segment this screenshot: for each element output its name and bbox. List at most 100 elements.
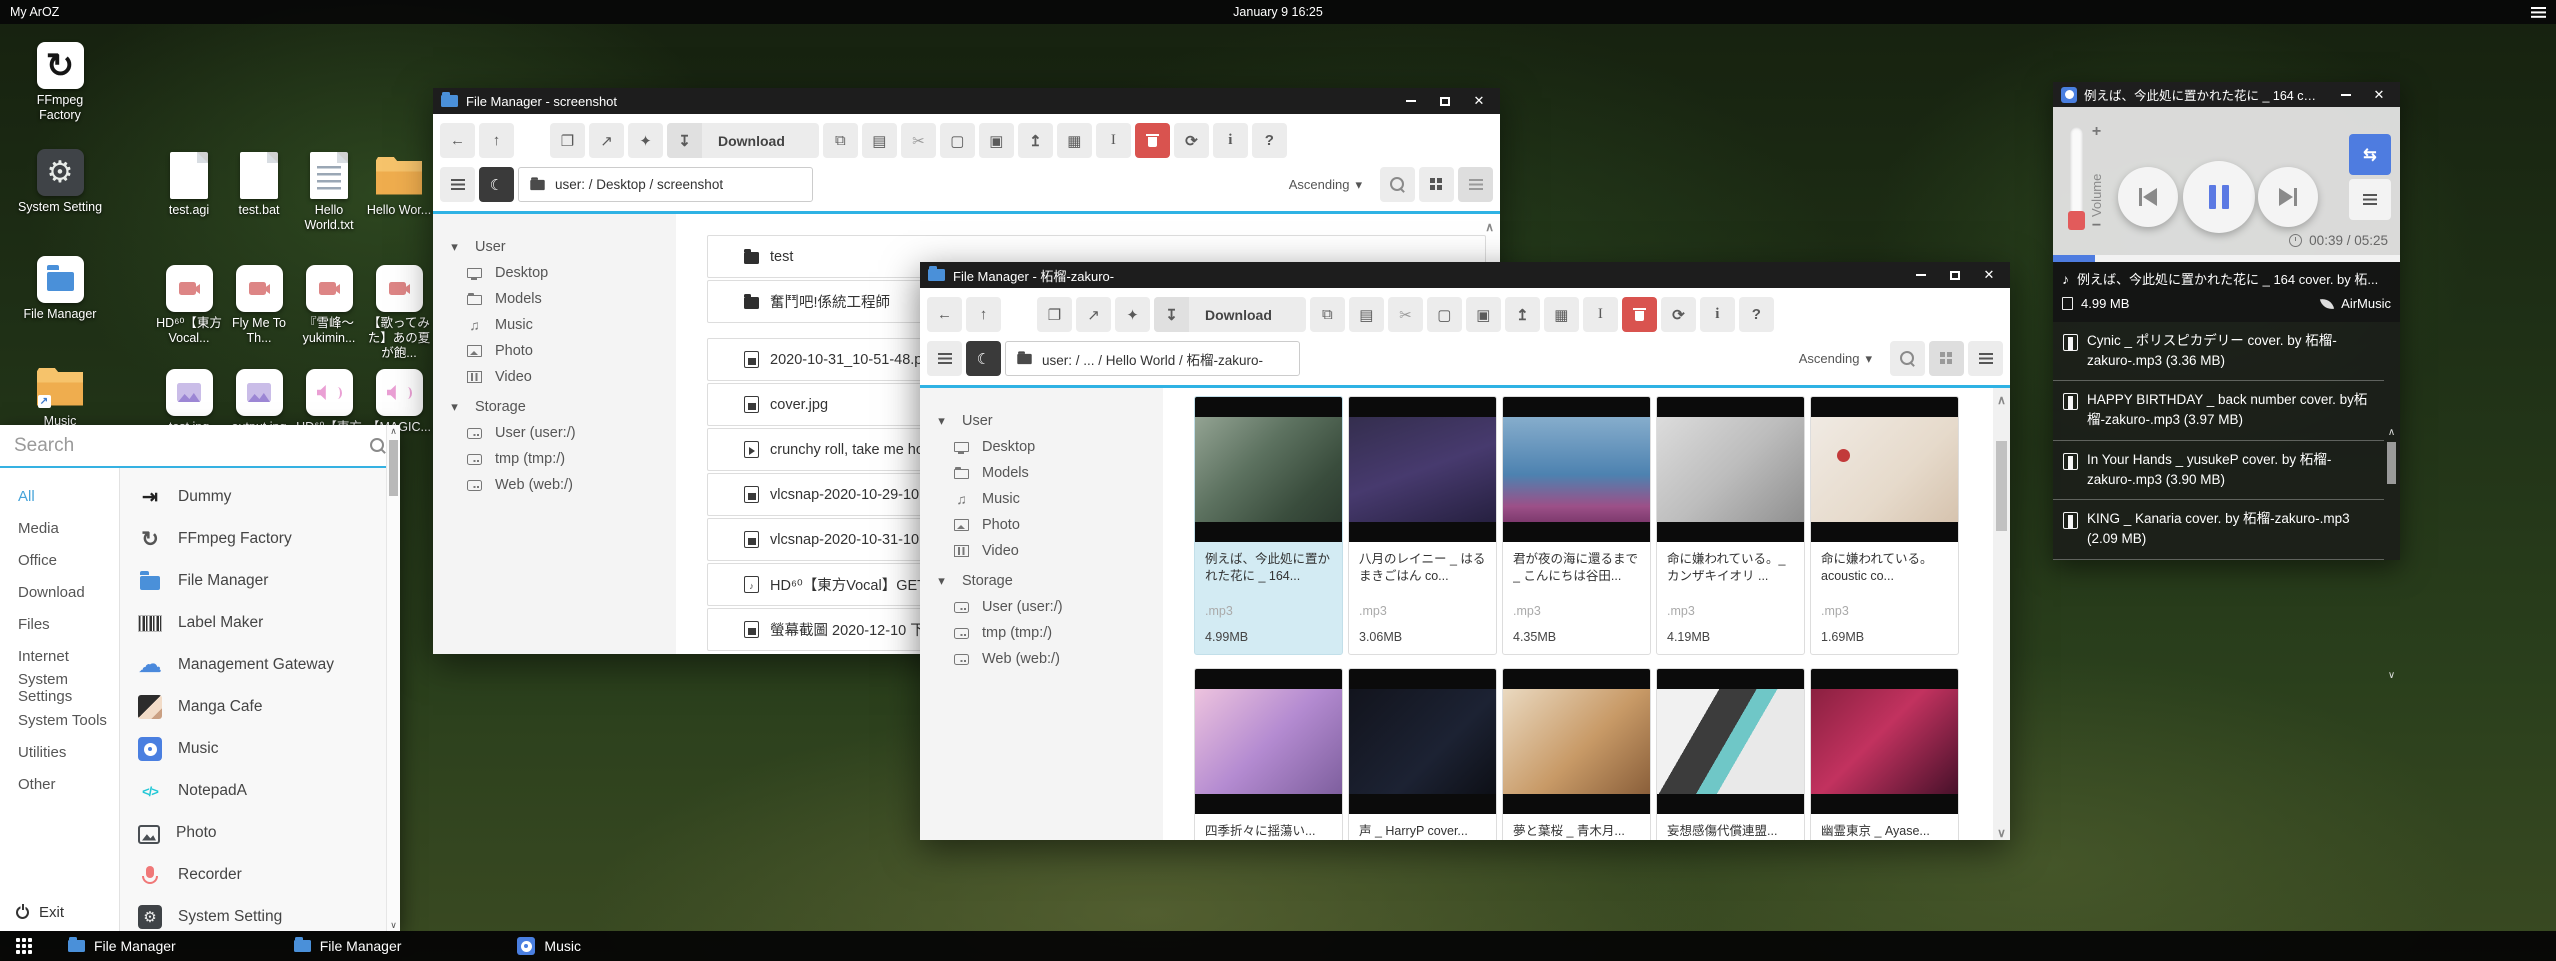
toolbar-button[interactable] [1739,297,1774,332]
app-list-item[interactable]: Dummy [138,476,386,518]
sidebar-item[interactable]: tmp (tmp:/) [433,446,676,472]
desktop-icon[interactable]: HD⁶⁰【東方Vocal... [154,265,224,361]
sidebar-item[interactable]: User [433,234,676,260]
close-button[interactable]: ✕ [1976,262,2002,288]
category-item[interactable]: System Tools [0,704,119,736]
toolbar-button[interactable] [1037,297,1072,332]
sidebar-item[interactable]: Video [433,364,676,390]
category-item[interactable]: Office [0,544,119,576]
scroll-up-icon[interactable]: ∧ [1997,393,2006,407]
toolbar-button[interactable] [940,123,975,158]
sidebar-item[interactable]: Desktop [920,434,1163,460]
toolbar-button[interactable]: Download [1154,297,1306,332]
close-button[interactable]: ✕ [1466,88,1492,114]
toolbar-button[interactable] [1310,297,1345,332]
sidebar-item[interactable]: Music [433,312,676,338]
sidebar-item[interactable]: User [920,408,1163,434]
category-item[interactable]: Media [0,512,119,544]
toolbar-button[interactable] [1544,297,1579,332]
file-card[interactable]: 声 _ HarryP cover... [1348,668,1497,840]
scroll-thumb[interactable] [1996,441,2007,531]
desktop-icon[interactable]: Hello World.txt [294,152,364,233]
toolbar-button[interactable] [901,123,936,158]
desktop-icon[interactable]: 『雪峰～yukimin... [294,265,364,361]
list-view-button[interactable] [1968,341,2003,376]
exit-button[interactable]: Exit [16,904,64,921]
sidebar-item[interactable]: Models [433,286,676,312]
sidebar-item[interactable]: Web (web:/) [920,646,1163,672]
toolbar-button[interactable] [1427,297,1462,332]
category-item[interactable]: Utilities [0,736,119,768]
top-menu-icon[interactable] [2531,7,2546,18]
toolbar-button[interactable] [1018,123,1053,158]
toolbar-button[interactable] [1096,123,1131,158]
search-input[interactable] [14,435,370,457]
category-item[interactable]: All [0,480,119,512]
sidebar-item[interactable]: Models [920,460,1163,486]
toolbar-button[interactable] [862,123,897,158]
dark-mode-button[interactable] [479,167,514,202]
playlist-item[interactable]: HAPPY BIRTHDAY _ back number cover. by柘榴… [2053,381,2384,441]
desktop-icon[interactable]: Hello Wor... [364,152,434,233]
sidebar-item[interactable]: Photo [920,512,1163,538]
close-button[interactable]: ✕ [2366,82,2392,107]
desktop-icon[interactable]: FFmpeg Factory [16,42,104,149]
file-card[interactable]: 例えば、今此処に置かれた花に _ 164... .mp3 4.99MB [1194,396,1343,655]
scroll-up-icon[interactable]: ∧ [1485,220,1494,234]
list-toggle-button[interactable] [440,167,475,202]
app-list-item[interactable]: System Setting [138,896,386,931]
app-list-item[interactable]: Management Gateway [138,644,386,686]
playlist-scrollbar[interactable]: ∧ ∨ [2384,427,2399,681]
toolbar-button[interactable] [518,123,546,158]
taskbar-item[interactable]: File Manager [58,931,186,961]
search-icon[interactable] [370,438,386,454]
toolbar-button[interactable] [1388,297,1423,332]
minimize-button[interactable] [1398,88,1424,114]
toolbar-button[interactable] [1466,297,1501,332]
toolbar-button[interactable] [1076,297,1111,332]
app-grid-button[interactable] [14,936,34,956]
toolbar-button[interactable] [440,123,475,158]
toolbar-button[interactable] [966,297,1001,332]
toolbar-button[interactable] [1252,123,1287,158]
toolbar-button[interactable] [1005,297,1033,332]
volume-slider-handle[interactable] [2068,211,2085,230]
title-bar[interactable]: 例えば、今此処に置かれた花に _ 164 c… ✕ [2053,82,2400,107]
file-card[interactable]: 妄想感傷代償連盟... [1656,668,1805,840]
sort-dropdown[interactable]: Ascending ▾ [1289,177,1376,193]
maximize-button[interactable] [1432,88,1458,114]
app-list-item[interactable]: Recorder [138,854,386,896]
desktop-icon[interactable]: System Setting [16,149,104,256]
pause-button[interactable] [2183,161,2255,233]
toolbar-button[interactable] [1583,297,1618,332]
app-list-item[interactable]: Music [138,728,386,770]
title-bar[interactable]: File Manager - 柘榴-zakuro- ✕ [920,262,2010,288]
file-card[interactable]: 君が夜の海に還るまで _ こんにちは谷田... .mp3 4.35MB [1502,396,1651,655]
sidebar-item[interactable]: Desktop [433,260,676,286]
volume-slider[interactable] [2070,127,2083,230]
toolbar-button[interactable] [1115,297,1150,332]
list-toggle-button[interactable] [927,341,962,376]
playlist-item[interactable]: KING _ Kanaria cover. by 柘榴-zakuro-.mp3 … [2053,500,2384,560]
app-list-item[interactable]: FFmpeg Factory [138,518,386,560]
toolbar-button[interactable] [1213,123,1248,158]
sidebar-item[interactable]: Storage [433,394,676,420]
toolbar-button[interactable] [550,123,585,158]
app-list-item[interactable]: Photo [138,812,386,854]
desktop-icon[interactable]: Fly Me To Th... [224,265,294,361]
scroll-thumb[interactable] [2387,442,2396,484]
toolbar-button[interactable] [927,297,962,332]
toolbar-button[interactable] [979,123,1014,158]
search-button[interactable] [1890,341,1925,376]
category-item[interactable]: Internet [0,640,119,672]
file-card[interactable]: 命に嫌われている。_ カンザキイオリ ... .mp3 4.19MB [1656,396,1805,655]
toolbar-button[interactable] [1349,297,1384,332]
sort-dropdown[interactable]: Ascending ▾ [1799,351,1886,367]
category-item[interactable]: Other [0,768,119,800]
taskbar-item[interactable]: Music [507,931,591,961]
next-track-button[interactable] [2258,167,2318,227]
file-card[interactable]: 八月のレイニー _ はるまきごはん co... .mp3 3.06MB [1348,396,1497,655]
toolbar-button[interactable] [1700,297,1735,332]
toolbar-button[interactable] [1505,297,1540,332]
file-card[interactable]: 幽霊東京 _ Ayase... [1810,668,1959,840]
